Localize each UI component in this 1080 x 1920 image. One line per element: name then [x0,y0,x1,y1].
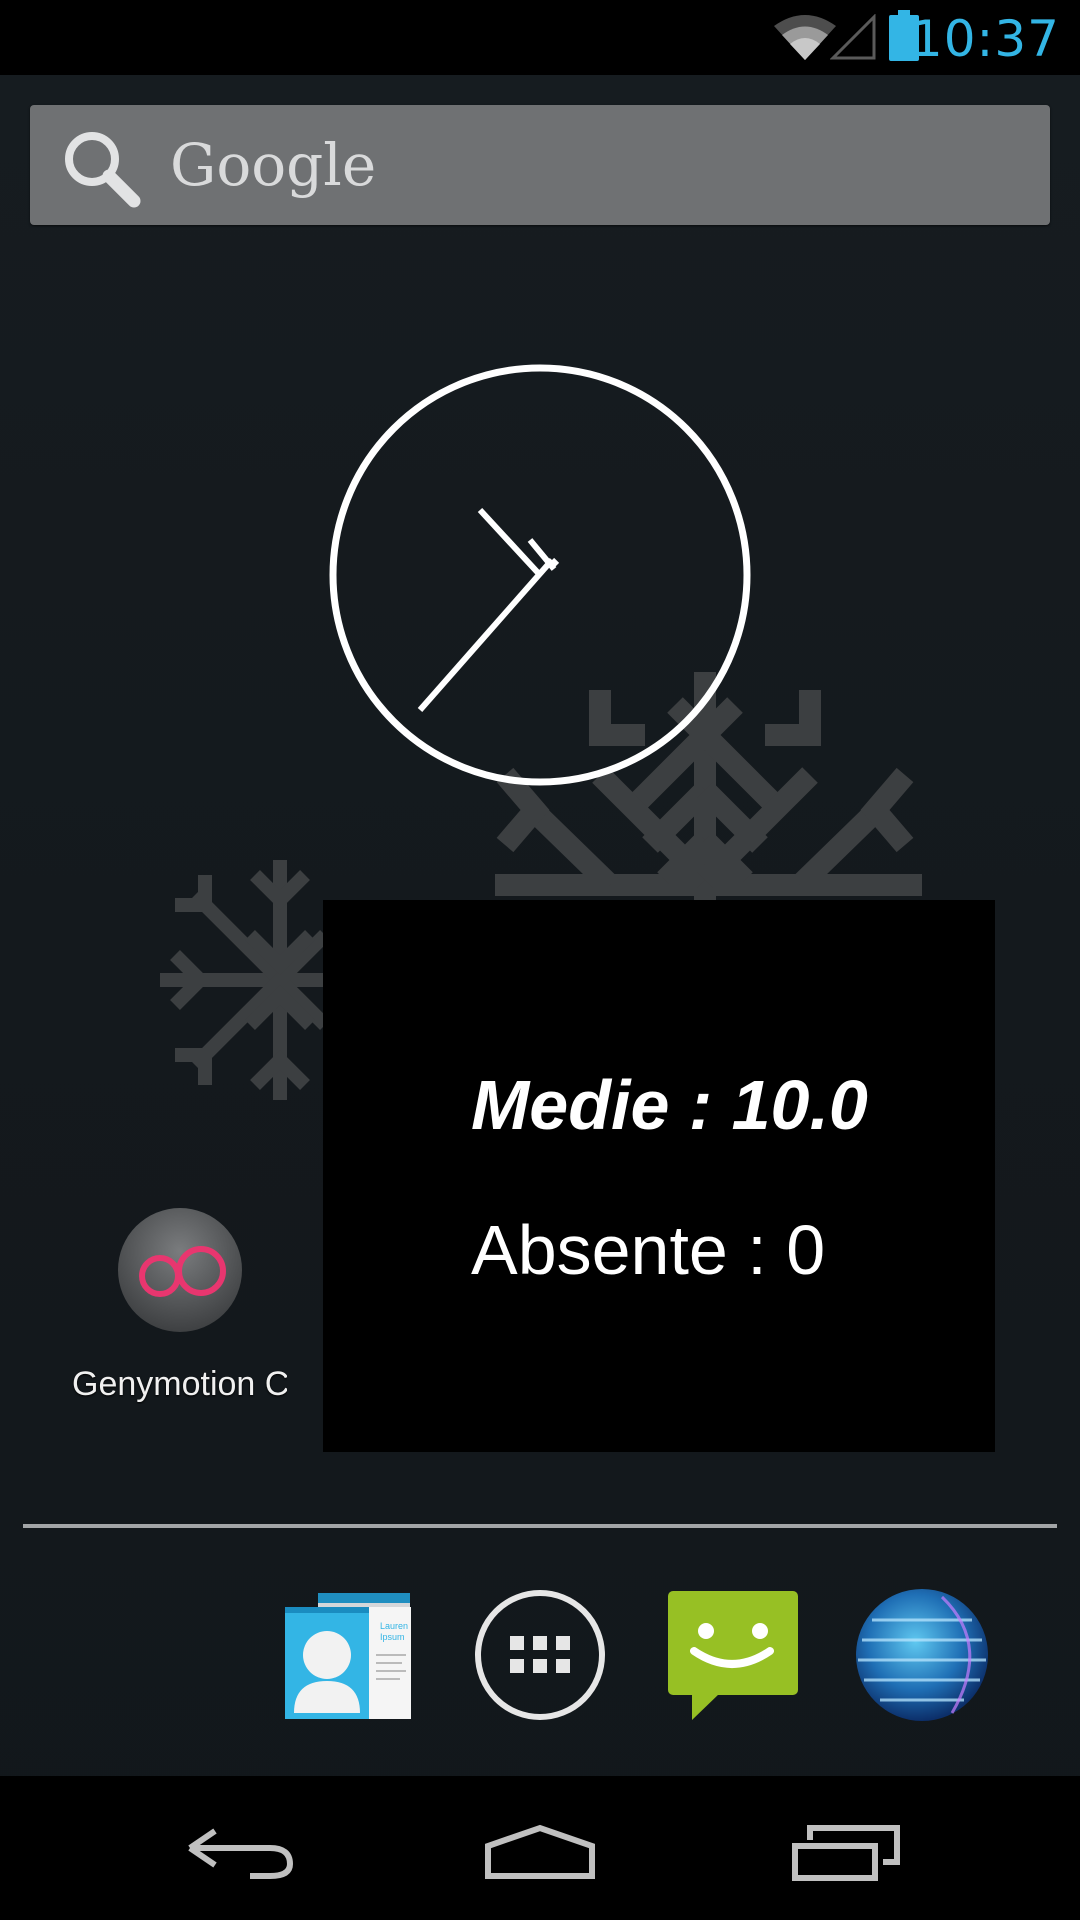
navigation-bar [0,1776,1080,1920]
toast-absente-text: Absente : 0 [471,1211,826,1289]
recents-icon[interactable] [765,1776,925,1920]
wifi-icon [774,15,836,60]
all-apps-icon[interactable] [470,1585,610,1725]
google-search-bar[interactable]: Google [30,105,1050,225]
dock-divider [23,1524,1057,1528]
search-icon [65,132,141,208]
back-icon[interactable] [160,1776,320,1920]
toast-message: Medie : 10.0 Absente : 0 [323,900,995,1452]
toast-medie-text: Medie : 10.0 [471,1066,868,1144]
app-shortcut-genymotion[interactable]: Genymotion C [50,1200,320,1420]
svg-text:Lauren: Lauren [380,1621,408,1631]
app-label: Genymotion C [72,1365,287,1403]
messaging-icon[interactable] [662,1585,802,1725]
home-icon[interactable] [460,1776,620,1920]
contacts-icon[interactable]: Lauren Ipsum [280,1585,420,1725]
status-bar: 10:37 [0,0,1080,75]
google-logo: Google [170,131,377,199]
snowflake-small [160,860,330,1100]
home-screen: 10:37 Google Genymotion C Medie: 10.0 A… [0,0,1080,1920]
analog-clock-widget[interactable] [325,360,755,790]
svg-text:Ipsum: Ipsum [380,1632,405,1642]
browser-globe-icon[interactable] [852,1585,992,1725]
cell-signal-icon [830,14,876,60]
status-time: 10:37 [910,10,1060,68]
genymotion-icon [118,1208,242,1332]
minute-hand [417,558,555,712]
